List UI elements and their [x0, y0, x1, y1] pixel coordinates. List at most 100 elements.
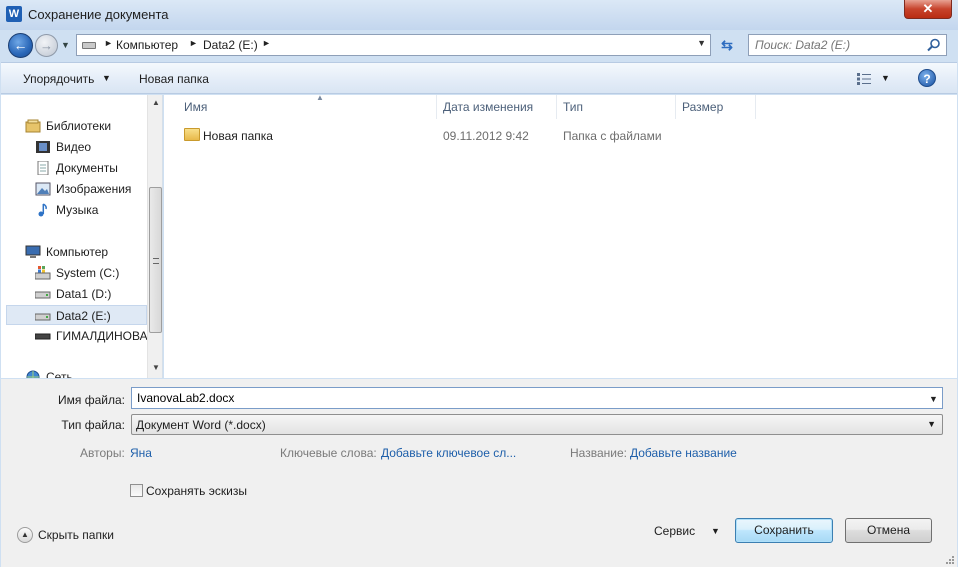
tools-button[interactable]: Сервис [654, 524, 695, 538]
documents-icon [37, 161, 49, 175]
nav-item-network[interactable]: Сеть [1, 367, 146, 378]
grip-icon [153, 258, 159, 264]
crumb-separator-icon[interactable]: ► [189, 38, 198, 48]
refresh-button[interactable]: ⇆ [715, 34, 739, 56]
chevron-up-icon[interactable]: ▲ [17, 527, 33, 543]
file-row[interactable]: Новая папка 09.11.2012 9:42 Папка с файл… [178, 125, 778, 147]
nav-label: Видео [56, 140, 92, 154]
network-icon [26, 370, 40, 378]
column-header-type[interactable]: Тип [557, 95, 676, 119]
title-bar: W Сохранение документа ✕ [0, 0, 958, 30]
column-header-label: Размер [682, 100, 724, 114]
file-list: Имя ▲ Дата изменения Тип Размер Новая па… [164, 93, 957, 378]
nav-item-computer[interactable]: Компьютер [1, 242, 146, 262]
crumb-drive[interactable]: Data2 (E:) [203, 38, 258, 52]
scroll-down-icon[interactable]: ▼ [152, 363, 160, 372]
address-row: ← → ▼ ► Компьютер ► Data2 (E:) ► ▼ ⇆ [0, 30, 958, 60]
back-button[interactable]: ← [8, 33, 33, 58]
cancel-button[interactable]: Отмена [845, 518, 932, 543]
new-folder-button[interactable]: Новая папка [139, 72, 209, 86]
crumb-computer[interactable]: Компьютер [116, 38, 178, 52]
images-icon [35, 182, 51, 196]
nav-item-images[interactable]: Изображения [1, 179, 146, 199]
filetype-label: Тип файла: [61, 418, 125, 432]
title-value[interactable]: Добавьте название [630, 446, 737, 460]
nav-item-libraries[interactable]: Библиотеки [1, 116, 146, 136]
column-header-label: Дата изменения [443, 100, 534, 114]
filetype-select[interactable]: Документ Word (*.docx) ▼ [131, 414, 943, 435]
arrow-left-icon: ← [13, 37, 28, 53]
filename-label: Имя файла: [58, 393, 125, 407]
libraries-icon [25, 119, 41, 133]
search-icon[interactable] [927, 38, 941, 52]
window-title: Сохранение документа [28, 7, 169, 22]
column-header-date[interactable]: Дата изменения [437, 95, 557, 119]
column-header-size[interactable]: Размер [676, 95, 756, 119]
crumb-separator-icon[interactable]: ► [104, 38, 113, 48]
computer-icon [25, 245, 41, 258]
nav-label: Data2 (E:) [56, 309, 111, 323]
nav-scrollbar[interactable]: ▲ ▼ [147, 95, 162, 378]
hide-folders-button[interactable]: Скрыть папки [38, 528, 114, 542]
nav-item-music[interactable]: Музыка [1, 200, 146, 220]
drive-icon [35, 291, 51, 299]
video-icon [36, 141, 50, 153]
keywords-value[interactable]: Добавьте ключевое сл... [381, 446, 516, 460]
arrow-right-icon: → [40, 38, 53, 53]
file-name: Новая папка [203, 129, 273, 143]
view-options-icon[interactable] [857, 73, 871, 85]
save-thumbnails-checkbox[interactable] [130, 484, 143, 497]
system-drive-icon [35, 266, 51, 280]
organize-button[interactable]: Упорядочить [23, 72, 94, 86]
address-dropdown-icon[interactable]: ▼ [697, 38, 706, 48]
resize-grip-icon[interactable] [945, 555, 955, 565]
help-icon[interactable]: ? [918, 69, 936, 87]
folder-icon [184, 128, 200, 141]
nav-label: Библиотеки [46, 119, 112, 133]
column-header-name[interactable]: Имя ▲ [178, 93, 437, 119]
title-label: Название: [570, 446, 627, 460]
nav-label: Музыка [56, 203, 99, 217]
crumb-separator-icon[interactable]: ► [262, 38, 271, 48]
save-thumbnails-label[interactable]: Сохранять эскизы [146, 484, 247, 498]
refresh-icon: ⇆ [721, 37, 733, 53]
filename-input[interactable] [131, 387, 943, 409]
authors-label: Авторы: [80, 446, 125, 460]
column-header-label: Тип [563, 100, 584, 114]
nav-item-drive-e[interactable]: Data2 (E:) [6, 305, 147, 325]
drive-icon [82, 42, 96, 49]
filetype-dropdown-icon: ▼ [927, 419, 936, 429]
filename-dropdown-icon[interactable]: ▼ [929, 394, 938, 404]
scrollbar-thumb[interactable] [149, 187, 162, 333]
authors-value[interactable]: Яна [130, 446, 152, 460]
search-box[interactable] [748, 34, 947, 56]
forward-button[interactable]: → [35, 34, 58, 57]
keywords-label: Ключевые слова: [280, 446, 377, 460]
nav-item-usb-drive[interactable]: ГИМАЛДИНОВА [1, 326, 148, 346]
address-bar[interactable]: ► Компьютер ► Data2 (E:) ► ▼ [76, 34, 711, 56]
drive-icon [35, 313, 51, 321]
nav-label: Компьютер [46, 245, 109, 259]
command-toolbar: Упорядочить ▼ Новая папка ▼ ? [1, 62, 957, 94]
scroll-up-icon[interactable]: ▲ [152, 98, 160, 107]
close-button[interactable]: ✕ [904, 0, 952, 19]
nav-item-drive-c[interactable]: System (C:) [1, 263, 146, 283]
view-dropdown-icon[interactable]: ▼ [881, 73, 890, 83]
nav-label: Сеть [46, 370, 73, 378]
sort-ascending-icon: ▲ [316, 93, 324, 102]
search-input[interactable] [755, 38, 925, 52]
recent-locations-dropdown[interactable]: ▼ [61, 40, 70, 50]
organize-dropdown-icon[interactable]: ▼ [102, 73, 111, 83]
nav-item-drive-d[interactable]: Data1 (D:) [1, 284, 146, 304]
nav-label: System (C:) [56, 266, 120, 280]
file-type: Папка с файлами [563, 129, 662, 143]
word-app-icon: W [6, 6, 22, 22]
nav-item-documents[interactable]: Документы [1, 158, 146, 178]
file-date: 09.11.2012 9:42 [443, 129, 529, 143]
music-icon [38, 203, 47, 217]
save-button[interactable]: Сохранить [735, 518, 833, 543]
nav-item-video[interactable]: Видео [1, 137, 146, 157]
tools-dropdown-icon[interactable]: ▼ [711, 526, 720, 536]
save-form: Имя файла: ▼ Тип файла: Документ Word (*… [1, 379, 957, 567]
nav-label: Изображения [56, 182, 132, 196]
